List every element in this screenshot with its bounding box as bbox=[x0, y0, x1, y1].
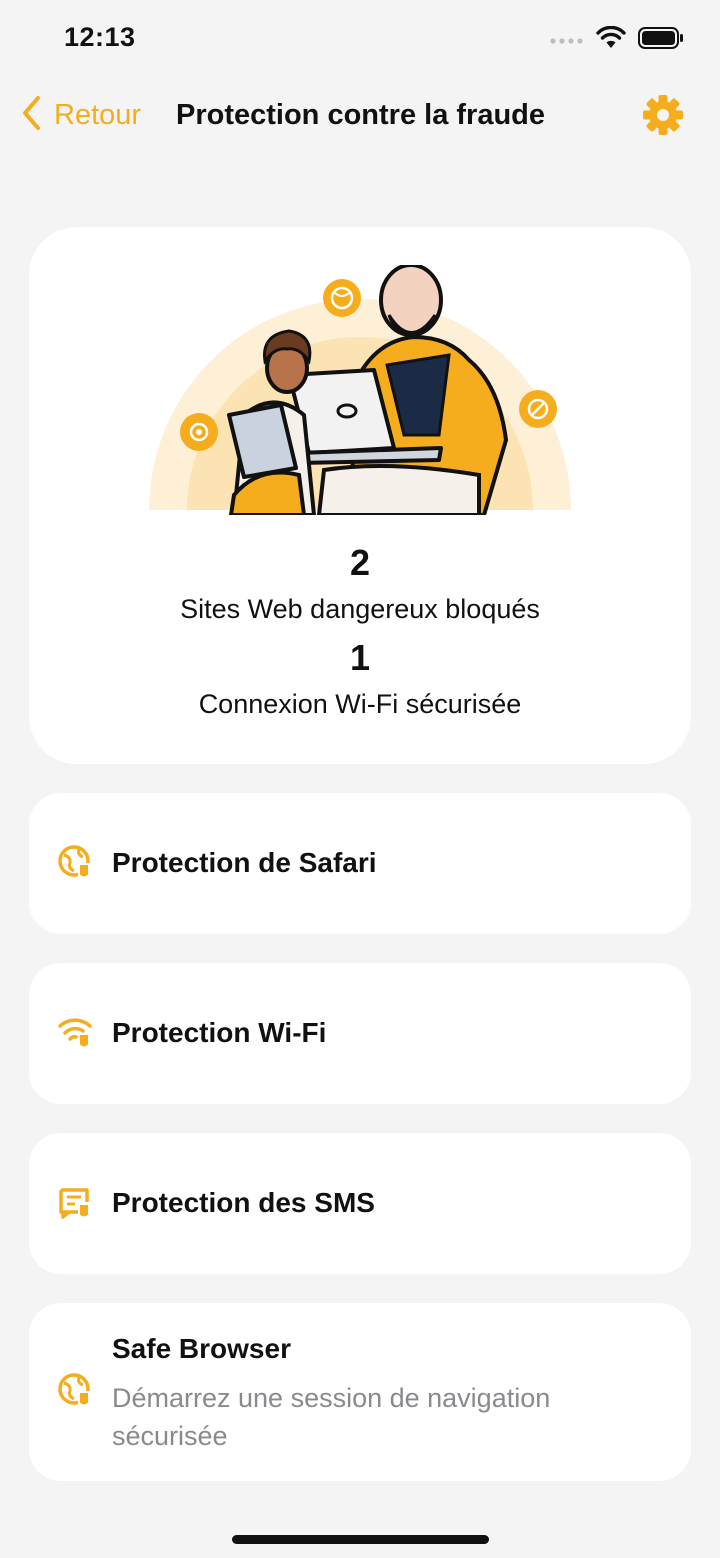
status-icons bbox=[550, 25, 684, 55]
cellular-signal-icon bbox=[550, 32, 584, 50]
family-laptop-illustration bbox=[149, 263, 571, 517]
message-shield-icon bbox=[59, 1188, 90, 1219]
wifi-status-icon bbox=[596, 25, 626, 55]
battery-icon bbox=[638, 27, 684, 54]
safe-browser-subtitle: Démarrez une session de navigation sécur… bbox=[112, 1383, 551, 1451]
page-title: Protection contre la fraude bbox=[176, 99, 546, 131]
secured-wifi-label: Connexion Wi-Fi sécurisée bbox=[198, 689, 522, 719]
protection-summary-card: 2 Sites Web dangereux bloqués 1 Connexio… bbox=[29, 227, 691, 764]
status-time: 12:13 bbox=[64, 22, 136, 52]
secured-wifi-count: 1 bbox=[349, 637, 371, 678]
back-label: Retour bbox=[54, 99, 142, 131]
globe-shield-icon bbox=[58, 845, 90, 879]
safari-protection-title: Protection de Safari bbox=[112, 847, 377, 878]
settings-button[interactable] bbox=[642, 94, 684, 136]
globe-shield-icon bbox=[58, 1373, 90, 1407]
block-badge-icon bbox=[519, 390, 557, 428]
settings-badge-icon bbox=[180, 413, 218, 451]
sms-protection-title: Protection des SMS bbox=[112, 1187, 375, 1218]
chevron-left-icon bbox=[20, 94, 42, 137]
home-indicator[interactable] bbox=[232, 1535, 489, 1544]
blocked-sites-count: 2 bbox=[349, 542, 371, 583]
navigation-bar: Retour Protection contre la fraude bbox=[0, 88, 720, 144]
wifi-protection-title: Protection Wi-Fi bbox=[112, 1017, 327, 1048]
safari-protection-row[interactable]: Protection de Safari bbox=[29, 793, 691, 934]
back-button[interactable]: Retour bbox=[20, 94, 141, 137]
globe-badge-icon bbox=[323, 279, 361, 317]
gear-icon bbox=[643, 95, 683, 135]
safe-browser-title: Safe Browser bbox=[112, 1333, 291, 1364]
wifi-shield-icon bbox=[58, 1018, 92, 1049]
blocked-sites-label: Sites Web dangereux bloqués bbox=[180, 594, 540, 624]
status-bar: 12:13 bbox=[0, 0, 720, 80]
safe-browser-row[interactable]: Safe Browser Démarrez une session de nav… bbox=[29, 1303, 691, 1481]
sms-protection-row[interactable]: Protection des SMS bbox=[29, 1133, 691, 1274]
wifi-protection-row[interactable]: Protection Wi-Fi bbox=[29, 963, 691, 1104]
